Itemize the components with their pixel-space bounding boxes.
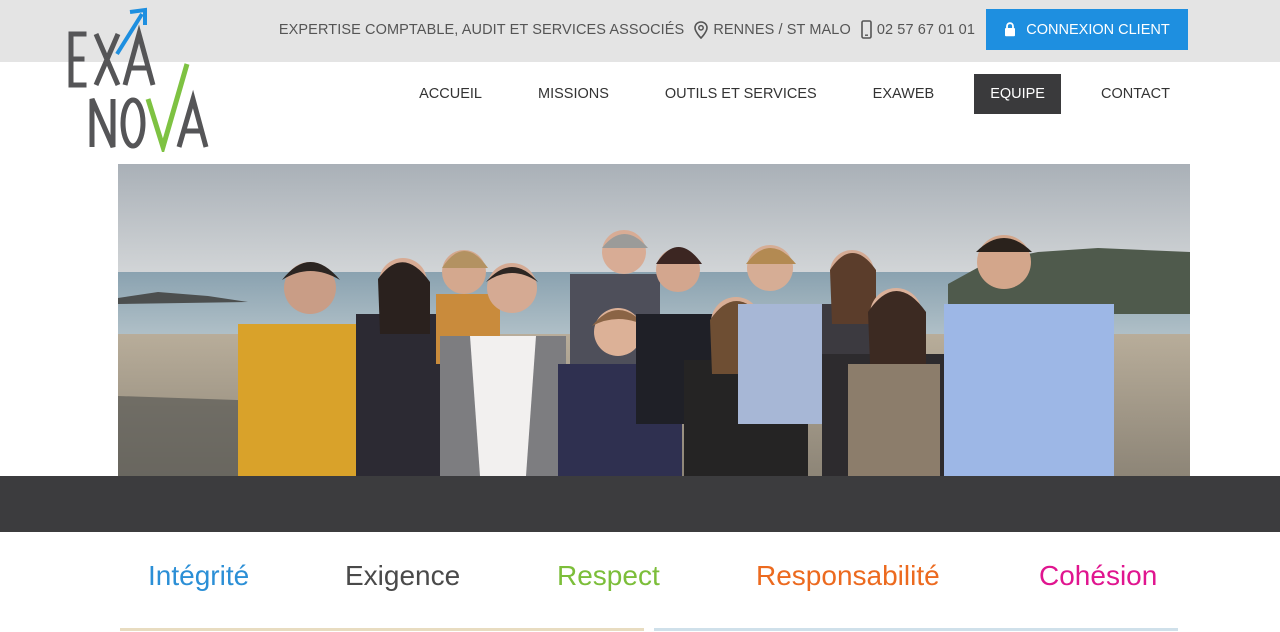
exanova-logo[interactable]: [66, 6, 212, 156]
value-responsabilite: Responsabilité: [756, 560, 940, 591]
phone-number[interactable]: 02 57 67 01 01: [877, 22, 975, 38]
value-respect: Respect: [557, 560, 660, 591]
nav-contact[interactable]: CONTACT: [1085, 74, 1186, 114]
client-login-button[interactable]: CONNEXION CLIENT: [986, 9, 1188, 50]
client-login-label: CONNEXION CLIENT: [1026, 21, 1170, 38]
map-pin-icon: [694, 20, 709, 39]
location-info: RENNES / ST MALO: [694, 20, 851, 39]
nav-missions[interactable]: MISSIONS: [522, 74, 625, 114]
nav-accueil[interactable]: ACCUEIL: [403, 74, 498, 114]
value-cohesion: Cohésion: [1039, 560, 1158, 591]
nav-exaweb[interactable]: EXAWEB: [857, 74, 951, 114]
dark-divider-band: [0, 476, 1280, 532]
value-exigence: Exigence: [345, 560, 461, 591]
nav-outils-et-services[interactable]: OUTILS ET SERVICES: [649, 74, 833, 114]
section-divider-right: [654, 628, 1178, 631]
mobile-phone-icon: [861, 20, 872, 39]
location-text: RENNES / ST MALO: [713, 21, 851, 38]
phone-info[interactable]: 02 57 67 01 01: [861, 20, 975, 39]
company-values: Intégrité Exigence Respect Responsabilit…: [0, 560, 1280, 605]
team-photo: [118, 164, 1190, 476]
section-divider-left: [120, 628, 644, 631]
nav-equipe[interactable]: EQUIPE: [974, 74, 1061, 114]
tagline: EXPERTISE COMPTABLE, AUDIT ET SERVICES A…: [278, 21, 685, 38]
value-integrite: Intégrité: [148, 560, 250, 591]
main-navigation: ACCUEIL MISSIONS OUTILS ET SERVICES EXAW…: [379, 74, 1186, 114]
top-info-content: EXPERTISE COMPTABLE, AUDIT ET SERVICES A…: [279, 9, 1188, 50]
lock-icon: [1004, 22, 1016, 37]
